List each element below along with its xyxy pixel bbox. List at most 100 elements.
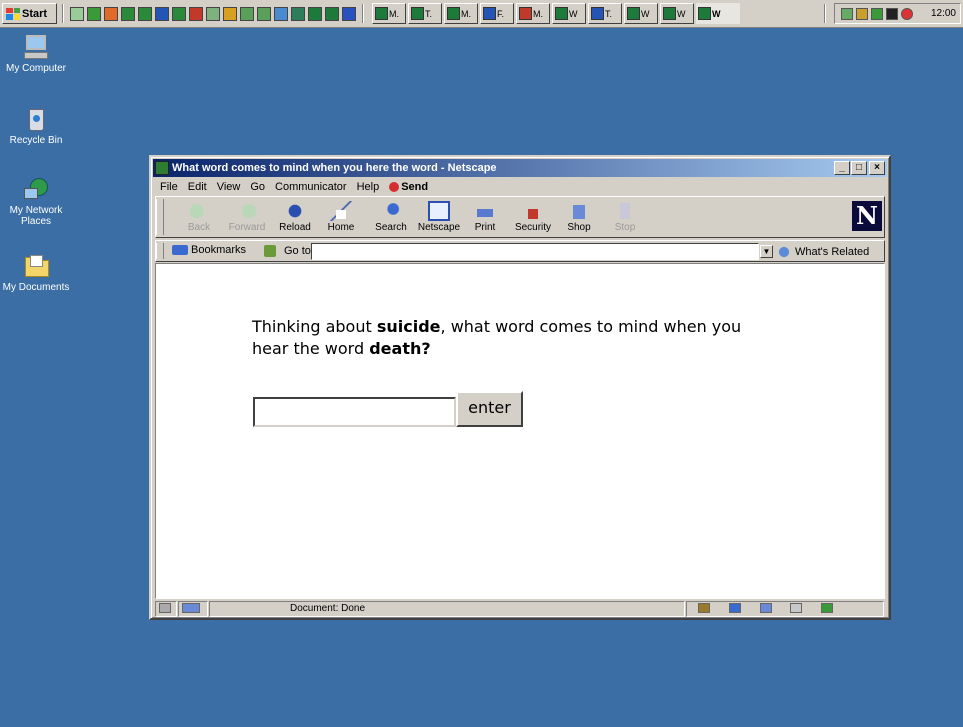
netscape-logo[interactable]: N (852, 201, 882, 231)
search-icon (380, 201, 402, 221)
task-button[interactable]: M. (372, 3, 406, 24)
volume-icon[interactable] (871, 7, 883, 20)
app-icon (663, 7, 676, 20)
app-icon (447, 7, 460, 20)
reload-icon (284, 201, 306, 221)
quick-launch-icon[interactable] (87, 7, 101, 21)
task-button[interactable]: W (552, 3, 586, 24)
security-status-icon[interactable] (155, 601, 177, 617)
windows-flag-icon (6, 7, 20, 20)
composer-icon[interactable] (790, 603, 803, 614)
menu-help[interactable]: Help (352, 181, 385, 193)
task-button[interactable]: T. (588, 3, 622, 24)
quick-launch-icon[interactable] (104, 7, 118, 21)
task-button[interactable]: F. (480, 3, 514, 24)
desktop-icon-network[interactable]: My Network Places (0, 176, 75, 227)
start-button[interactable]: Start (2, 3, 57, 24)
location-input[interactable] (311, 243, 759, 260)
quick-launch-icon[interactable] (325, 7, 339, 21)
desktop-icon-recycle-bin[interactable]: Recycle Bin (0, 106, 75, 146)
tray-icon[interactable] (886, 7, 898, 20)
checkmark-icon[interactable] (821, 603, 834, 614)
quick-launch-icon[interactable] (172, 7, 186, 21)
forward-button[interactable]: Forward (224, 199, 270, 237)
location-icon[interactable] (264, 245, 276, 257)
connection-status-icon (178, 601, 208, 617)
search-button[interactable]: Search (368, 199, 414, 237)
taskbar-separator (362, 4, 364, 23)
netscape-icon (428, 201, 450, 221)
start-label: Start (22, 7, 48, 20)
enter-button[interactable]: enter (456, 391, 523, 427)
close-button[interactable]: × (869, 161, 885, 175)
reload-button[interactable]: Reload (272, 199, 318, 237)
menu-communicator[interactable]: Communicator (270, 181, 352, 193)
desktop-icon-my-computer[interactable]: My Computer (0, 34, 75, 74)
quick-launch-icon[interactable] (138, 7, 152, 21)
toolbar-grip[interactable] (156, 199, 164, 235)
quick-launch-icon[interactable] (223, 7, 237, 21)
whats-related-button[interactable]: What's Related (776, 243, 869, 260)
navigator-icon[interactable] (698, 603, 710, 614)
quick-launch-icon[interactable] (308, 7, 322, 21)
quick-launch-icon[interactable] (240, 7, 254, 21)
netscape-button[interactable]: Netscape (416, 199, 462, 237)
mail-icon[interactable] (728, 603, 741, 614)
whats-related-icon (776, 244, 792, 259)
task-button[interactable]: M. (444, 3, 478, 24)
app-icon (698, 7, 711, 20)
task-button[interactable]: M. (516, 3, 550, 24)
maximize-button[interactable]: □ (851, 161, 867, 175)
status-text: Document: Done (209, 601, 685, 617)
print-button[interactable]: Print (462, 199, 508, 237)
quick-launch-icon[interactable] (70, 7, 84, 21)
task-button[interactable]: W (660, 3, 694, 24)
location-dropdown-button[interactable]: ▼ (760, 245, 773, 258)
answer-input[interactable] (253, 397, 456, 427)
menu-view[interactable]: View (212, 181, 246, 193)
shop-icon (568, 201, 590, 221)
page-content: Thinking about suicide, what word comes … (155, 263, 885, 599)
bookmarks-button[interactable]: Bookmarks (172, 244, 246, 256)
quick-launch-icon[interactable] (206, 7, 220, 21)
send-icon (389, 182, 400, 192)
stop-icon (614, 201, 636, 221)
bookmarks-icon (172, 245, 188, 255)
security-button[interactable]: Security (510, 199, 556, 237)
network-places-icon (22, 176, 50, 202)
tray-icon[interactable] (841, 7, 853, 20)
menu-go[interactable]: Go (245, 181, 270, 193)
stop-button[interactable]: Stop (602, 199, 648, 237)
task-button-active[interactable]: W (696, 3, 740, 24)
shop-button[interactable]: Shop (556, 199, 602, 237)
question-keyword: suicide (376, 317, 441, 336)
back-button[interactable]: Back (176, 199, 222, 237)
quick-launch-icon[interactable] (291, 7, 305, 21)
menu-file[interactable]: File (155, 181, 183, 193)
quick-launch-icon[interactable] (121, 7, 135, 21)
question-text: Thinking about suicide, what word comes … (252, 317, 742, 358)
menu-edit[interactable]: Edit (183, 181, 212, 193)
minimize-button[interactable]: _ (834, 161, 850, 175)
tray-icon[interactable] (901, 7, 913, 20)
back-icon (188, 201, 210, 221)
app-icon (519, 7, 532, 20)
task-button[interactable]: W (624, 3, 658, 24)
component-bar (686, 601, 884, 617)
print-icon (474, 201, 496, 221)
app-icon (627, 7, 640, 20)
newsgroups-icon[interactable] (759, 603, 772, 614)
forward-icon (236, 201, 258, 221)
task-button[interactable]: T. (408, 3, 442, 24)
quick-launch-icon[interactable] (274, 7, 288, 21)
menu-send[interactable]: Send (384, 181, 433, 193)
desktop-icon-my-documents[interactable]: My Documents (0, 253, 75, 293)
quick-launch-icon[interactable] (189, 7, 203, 21)
quick-launch-icon[interactable] (342, 7, 356, 21)
quick-launch-icon[interactable] (155, 7, 169, 21)
toolbar-grip[interactable] (156, 243, 164, 259)
tray-icon[interactable] (856, 7, 868, 20)
title-bar[interactable]: What word comes to mind when you here th… (153, 159, 887, 177)
quick-launch-icon[interactable] (257, 7, 271, 21)
home-button[interactable]: Home (318, 199, 364, 237)
